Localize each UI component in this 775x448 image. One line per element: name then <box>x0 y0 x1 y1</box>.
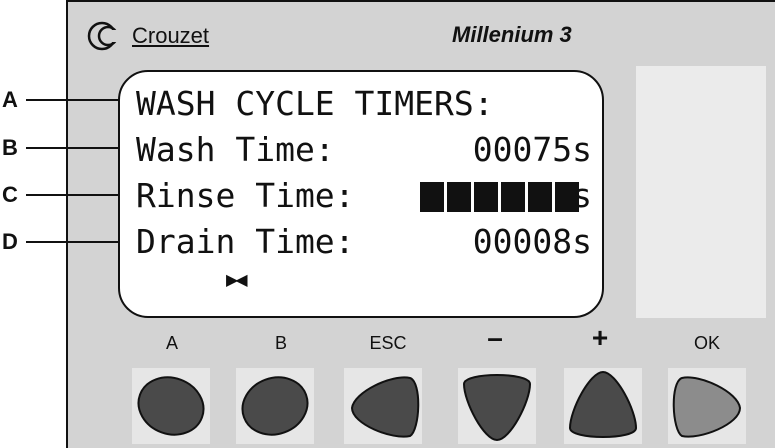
drain-time-label: Drain Time: <box>136 222 355 261</box>
callout-letter: D <box>2 229 18 254</box>
drain-time-value: 00008s <box>472 222 592 261</box>
oval-button-icon <box>241 376 309 436</box>
button-label-a: A <box>165 333 178 353</box>
callout-line <box>26 99 120 101</box>
brand-header: Crouzet <box>86 20 209 52</box>
callout-line <box>26 194 120 196</box>
lcd-title-line: WASH CYCLE TIMERS: <box>136 82 592 126</box>
callout-c: C <box>0 182 120 207</box>
callout-b: B <box>0 135 120 160</box>
model-name: Millenium 3 <box>452 22 572 47</box>
rinse-time-unit: s <box>572 176 592 215</box>
lcd-wash-line: Wash Time: 00075s <box>136 128 592 172</box>
button-label-minus: – <box>487 322 503 353</box>
button-label-ok: OK <box>693 333 720 353</box>
callout-letter: C <box>2 182 18 207</box>
lcd-rinse-line: Rinse Time: s <box>136 174 592 218</box>
edit-block <box>447 182 471 212</box>
button-esc[interactable] <box>344 368 422 444</box>
crouzet-logo-icon <box>87 21 124 51</box>
callout-a: A <box>0 87 120 112</box>
button-plus[interactable] <box>564 368 642 444</box>
brand-name: Crouzet <box>132 23 210 48</box>
button-a[interactable] <box>132 368 210 444</box>
wash-time-value: 00075s <box>472 130 592 169</box>
button-b[interactable] <box>236 368 314 444</box>
lcd-title: WASH CYCLE TIMERS: <box>136 84 494 123</box>
button-ok[interactable] <box>668 368 746 444</box>
wash-time-label: Wash Time: <box>136 130 335 169</box>
button-label-esc: ESC <box>369 333 407 353</box>
left-arrow-button-icon <box>350 376 420 438</box>
lcd-display: WASH CYCLE TIMERS: Wash Time: 00075s Rin… <box>118 70 604 318</box>
callout-line <box>26 241 120 243</box>
edit-block <box>474 182 498 212</box>
callout-letter: A <box>2 87 18 112</box>
oval-button-icon <box>137 376 205 436</box>
edit-block <box>420 182 444 212</box>
edit-block <box>528 182 552 212</box>
callout-d: D <box>0 229 120 254</box>
button-minus[interactable] <box>458 368 536 444</box>
up-arrow-button-icon <box>568 370 638 438</box>
edit-block <box>501 182 525 212</box>
right-arrow-button-icon <box>672 376 742 438</box>
down-arrow-button-icon <box>462 374 532 442</box>
rinse-time-edit-field[interactable] <box>420 182 579 212</box>
callout-line <box>26 147 120 149</box>
cursor-indicator-icon: ▶◀ <box>226 270 248 289</box>
side-label-area <box>636 66 766 318</box>
button-label-plus: + <box>591 322 609 353</box>
lcd-drain-line: Drain Time: 00008s <box>136 220 592 264</box>
button-label-b: B <box>274 333 287 353</box>
callout-letter: B <box>2 135 18 160</box>
rinse-time-label: Rinse Time: <box>136 176 355 215</box>
